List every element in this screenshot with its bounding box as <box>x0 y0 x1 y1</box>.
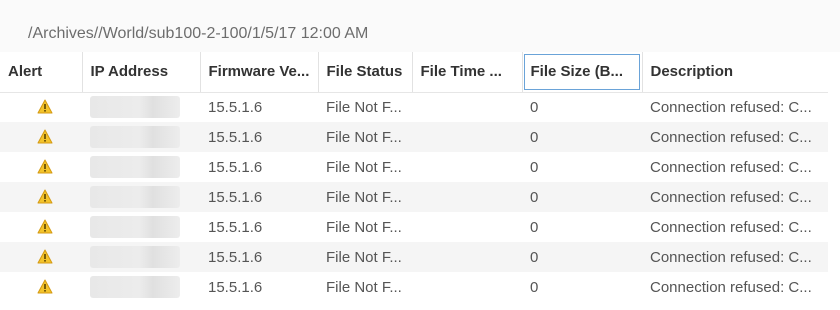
file-time-cell <box>412 122 522 152</box>
file-size-cell: 0 <box>522 242 642 272</box>
ip-address-cell <box>82 212 200 242</box>
firmware-cell: 15.5.1.6 <box>200 272 318 302</box>
description-cell: Connection refused: C... <box>642 152 828 182</box>
table-row[interactable]: 15.5.1.6 File Not F... 0 Connection refused… <box>0 122 828 152</box>
archive-results-table: Alert IP Address Firmware Ve... File Sta… <box>0 52 828 302</box>
ip-address-cell <box>82 92 200 122</box>
table-row[interactable]: 15.5.1.6 File Not F... 0 Connection refused… <box>0 272 828 302</box>
alert-cell <box>0 92 82 122</box>
file-time-cell <box>412 272 522 302</box>
file-status-cell: File Not F... <box>318 212 412 242</box>
description-cell: Connection refused: C... <box>642 272 828 302</box>
ip-address-cell <box>82 242 200 272</box>
archive-results-panel: /Archives//World/sub100-2-100/1/5/17 12:… <box>0 0 840 310</box>
file-time-cell <box>412 212 522 242</box>
firmware-cell: 15.5.1.6 <box>200 122 318 152</box>
file-time-cell <box>412 242 522 272</box>
firmware-cell: 15.5.1.6 <box>200 212 318 242</box>
alert-cell <box>0 212 82 242</box>
column-header-firmware-version[interactable]: Firmware Ve... <box>200 52 319 93</box>
archive-path-bar: /Archives//World/sub100-2-100/1/5/17 12:… <box>0 0 840 52</box>
file-size-cell: 0 <box>522 92 642 122</box>
file-status-cell: File Not F... <box>318 272 412 302</box>
firmware-cell: 15.5.1.6 <box>200 242 318 272</box>
file-size-cell: 0 <box>522 182 642 212</box>
table-row[interactable]: 15.5.1.6 File Not F... 0 Connection refused… <box>0 152 828 182</box>
alert-cell <box>0 242 82 272</box>
alert-cell <box>0 152 82 182</box>
column-header-file-status[interactable]: File Status <box>318 52 413 93</box>
description-cell: Connection refused: C... <box>642 212 828 242</box>
table-header-row: Alert IP Address Firmware Ve... File Sta… <box>0 52 828 93</box>
alert-cell <box>0 182 82 212</box>
warning-icon <box>37 219 53 238</box>
column-header-file-time[interactable]: File Time ... <box>412 52 523 93</box>
redacted-ip-address <box>90 246 180 268</box>
redacted-ip-address <box>90 276 180 298</box>
warning-icon <box>37 249 53 268</box>
ip-address-cell <box>82 182 200 212</box>
ip-address-cell <box>82 122 200 152</box>
firmware-cell: 15.5.1.6 <box>200 152 318 182</box>
warning-icon <box>37 189 53 208</box>
file-size-cell: 0 <box>522 212 642 242</box>
redacted-ip-address <box>90 96 180 119</box>
file-time-cell <box>412 182 522 212</box>
column-header-alert[interactable]: Alert <box>0 52 83 93</box>
redacted-ip-address <box>90 216 180 238</box>
warning-icon <box>37 129 53 148</box>
file-time-cell <box>412 152 522 182</box>
warning-icon <box>37 279 53 298</box>
description-cell: Connection refused: C... <box>642 92 828 122</box>
firmware-cell: 15.5.1.6 <box>200 92 318 122</box>
ip-address-cell <box>82 272 200 302</box>
firmware-cell: 15.5.1.6 <box>200 182 318 212</box>
table-body: 15.5.1.6 File Not F... 0 Connection refused… <box>0 92 828 302</box>
alert-cell <box>0 122 82 152</box>
warning-icon <box>37 99 53 118</box>
table-row[interactable]: 15.5.1.6 File Not F... 0 Connection refused… <box>0 92 828 122</box>
redacted-ip-address <box>90 156 180 178</box>
file-size-cell: 0 <box>522 272 642 302</box>
redacted-ip-address <box>90 186 180 208</box>
description-cell: Connection refused: C... <box>642 122 828 152</box>
description-cell: Connection refused: C... <box>642 242 828 272</box>
alert-cell <box>0 272 82 302</box>
archive-path: /Archives//World/sub100-2-100/1/5/17 12:… <box>28 25 369 42</box>
file-status-cell: File Not F... <box>318 152 412 182</box>
description-cell: Connection refused: C... <box>642 182 828 212</box>
file-status-cell: File Not F... <box>318 122 412 152</box>
file-time-cell <box>412 92 522 122</box>
file-status-cell: File Not F... <box>318 242 412 272</box>
column-header-description[interactable]: Description <box>642 52 828 93</box>
file-status-cell: File Not F... <box>318 92 412 122</box>
table-row[interactable]: 15.5.1.6 File Not F... 0 Connection refused… <box>0 242 828 272</box>
file-size-cell: 0 <box>522 122 642 152</box>
table-row[interactable]: 15.5.1.6 File Not F... 0 Connection refused… <box>0 212 828 242</box>
file-status-cell: File Not F... <box>318 182 412 212</box>
redacted-ip-address <box>90 126 180 148</box>
warning-icon <box>37 159 53 178</box>
file-size-cell: 0 <box>522 152 642 182</box>
column-header-file-size[interactable]: File Size (B... <box>522 52 643 93</box>
table-row[interactable]: 15.5.1.6 File Not F... 0 Connection refused… <box>0 182 828 212</box>
column-header-ip-address[interactable]: IP Address <box>82 52 201 93</box>
ip-address-cell <box>82 152 200 182</box>
